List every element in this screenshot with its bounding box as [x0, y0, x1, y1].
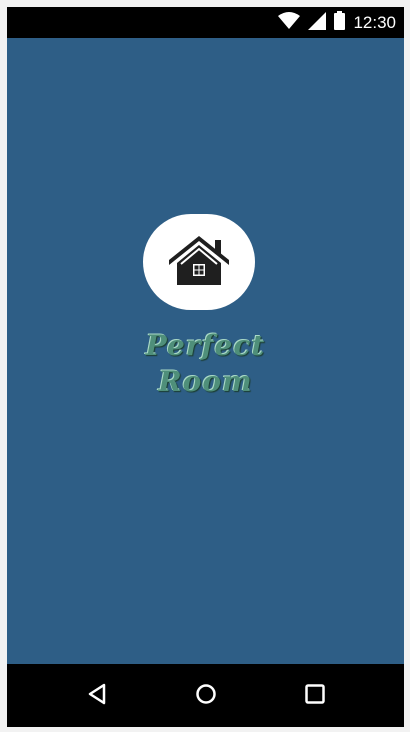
device-frame: 12:30 Perfect Room — [7, 7, 404, 727]
recents-icon — [304, 683, 326, 709]
navigation-bar — [7, 664, 404, 727]
app-title-line1: Perfect — [145, 329, 266, 362]
home-button[interactable] — [188, 678, 224, 714]
back-button[interactable] — [79, 678, 115, 714]
wifi-icon — [278, 11, 301, 34]
back-icon — [87, 683, 107, 709]
app-title: Perfect Room — [7, 328, 404, 400]
app-title-line2: Room — [158, 365, 253, 398]
cellular-signal-icon — [308, 11, 327, 34]
status-bar: 12:30 — [7, 7, 404, 38]
recents-button[interactable] — [297, 678, 333, 714]
home-icon — [195, 683, 217, 709]
house-icon — [143, 236, 255, 310]
app-logo — [143, 214, 255, 310]
status-icons: 12:30 — [278, 7, 396, 38]
battery-icon — [334, 11, 346, 34]
status-time: 12:30 — [353, 13, 396, 32]
splash-screen: Perfect Room — [7, 38, 404, 664]
